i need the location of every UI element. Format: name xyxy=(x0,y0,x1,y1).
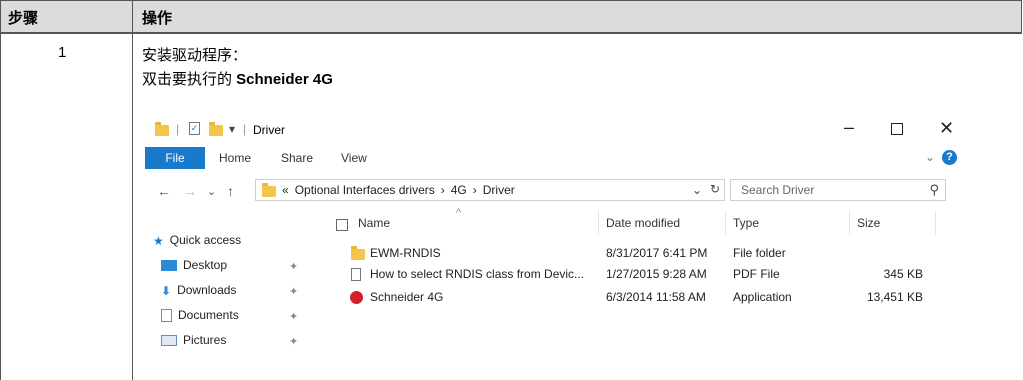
documents-icon xyxy=(161,309,172,323)
step-number: 1 xyxy=(58,44,67,61)
back-icon[interactable]: ← xyxy=(157,183,171,199)
search-icon[interactable]: ⚲ xyxy=(929,182,939,198)
column-divider[interactable] xyxy=(849,211,850,235)
header-action: 操作 xyxy=(142,10,173,27)
column-divider xyxy=(132,0,133,380)
tab-file[interactable]: File xyxy=(145,147,205,169)
close-icon[interactable]: ✕ xyxy=(939,118,954,139)
file-name: EWM-RNDIS xyxy=(370,246,441,260)
new-folder-icon[interactable] xyxy=(209,122,223,139)
nav-label: Documents xyxy=(178,308,239,322)
column-divider[interactable] xyxy=(725,211,726,235)
breadcrumb-item[interactable]: Driver xyxy=(483,183,515,197)
column-header-name[interactable]: Name xyxy=(358,216,390,230)
folder-icon xyxy=(155,122,169,139)
header-bottom-line xyxy=(0,33,1022,34)
breadcrumb-item[interactable]: 4G xyxy=(451,183,467,197)
breadcrumb-item[interactable]: Optional Interfaces drivers xyxy=(295,183,435,197)
address-dropdown-icon[interactable]: ⌄ xyxy=(692,183,702,197)
pin-icon[interactable]: ✦ xyxy=(289,310,298,323)
breadcrumb-overflow[interactable]: « xyxy=(282,183,289,197)
column-divider[interactable] xyxy=(598,211,599,235)
file-date: 1/27/2015 9:28 AM xyxy=(606,267,707,281)
file-row[interactable]: EWM-RNDIS 8/31/2017 6:41 PM File folder xyxy=(143,243,969,265)
column-header-date[interactable]: Date modified xyxy=(606,216,680,230)
table-header: 步骤 操作 xyxy=(0,0,1022,33)
file-type: PDF File xyxy=(733,267,780,281)
file-type: File folder xyxy=(733,246,786,260)
file-name: Schneider 4G xyxy=(370,290,444,304)
maximize-icon[interactable] xyxy=(891,123,903,135)
nav-item-pictures[interactable]: Pictures xyxy=(161,333,226,353)
procedure-table: 步骤 操作 1 安装驱动程序： 双击要执行的 Schneider 4G | ✓ … xyxy=(0,0,1023,380)
folder-icon xyxy=(262,183,276,197)
sort-ascending-icon: ^ xyxy=(456,207,462,219)
file-date: 8/31/2017 6:41 PM xyxy=(606,246,708,260)
file-size: 345 KB xyxy=(883,267,923,281)
column-header-type[interactable]: Type xyxy=(733,216,759,230)
expand-ribbon-icon[interactable]: ⌄ xyxy=(925,150,935,164)
quick-access-dropdown-icon[interactable]: ▾ xyxy=(229,122,235,136)
toolbar-separator: | xyxy=(176,122,180,136)
nav-label: Pictures xyxy=(183,333,227,347)
breadcrumb-separator[interactable]: › xyxy=(441,183,445,197)
tab-share[interactable]: Share xyxy=(281,151,313,165)
table-border-right xyxy=(1021,0,1022,34)
pdf-file-icon xyxy=(351,267,361,282)
forward-icon[interactable]: → xyxy=(183,183,197,199)
file-type: Application xyxy=(733,290,792,304)
tab-home[interactable]: Home xyxy=(219,151,251,165)
application-icon xyxy=(350,290,363,305)
step-instruction-detail: 双击要执行的 Schneider 4G xyxy=(142,68,333,89)
recent-locations-icon[interactable]: ⌄ xyxy=(207,185,216,198)
column-divider[interactable] xyxy=(935,211,936,235)
step-instruction-title: 安装驱动程序： xyxy=(142,47,248,64)
address-bar[interactable]: « Optional Interfaces drivers › 4G › Driver ⌄… xyxy=(255,179,725,201)
breadcrumb: « Optional Interfaces drivers › 4G › Driver xyxy=(282,183,521,197)
instruction-target: Schneider 4G xyxy=(236,71,333,88)
up-icon[interactable]: ↑ xyxy=(227,183,234,199)
file-name: How to select RNDIS class from Devic... xyxy=(370,267,585,281)
search-placeholder: Search Driver xyxy=(741,183,815,197)
nav-item-documents[interactable]: Documents xyxy=(161,308,239,328)
address-row: ← → ⌄ ↑ « Optional Interfaces drivers › 4G ›… xyxy=(143,177,969,205)
folder-icon xyxy=(351,246,365,263)
file-row[interactable]: Schneider 4G 6/3/2014 11:58 AM Applicati… xyxy=(143,287,969,309)
file-date: 6/3/2014 11:58 AM xyxy=(606,290,706,304)
breadcrumb-separator[interactable]: › xyxy=(473,183,477,197)
refresh-icon[interactable]: ↻ xyxy=(710,182,720,196)
minimize-icon[interactable]: – xyxy=(844,117,854,138)
ribbon: File Home Share View ⌄ ? xyxy=(143,147,969,171)
table-border-left xyxy=(0,0,1,380)
properties-icon[interactable]: ✓ xyxy=(189,122,200,135)
window-title: Driver xyxy=(253,123,285,137)
search-input[interactable]: Search Driver ⚲ xyxy=(730,179,946,201)
file-row[interactable]: How to select RNDIS class from Devic... … xyxy=(143,264,969,286)
pin-icon[interactable]: ✦ xyxy=(289,335,298,348)
instruction-prefix: 双击要执行的 xyxy=(142,71,237,88)
select-all-checkbox[interactable] xyxy=(336,219,348,231)
file-size: 13,451 KB xyxy=(866,290,923,304)
tab-view[interactable]: View xyxy=(341,151,367,165)
help-icon[interactable]: ? xyxy=(942,150,957,165)
explorer-screenshot: | ✓ ▾ | Driver – ✕ File Home Share View … xyxy=(143,113,969,358)
header-step: 步骤 xyxy=(8,10,39,27)
title-separator: | xyxy=(243,122,247,136)
explorer-titlebar: | ✓ ▾ | Driver – ✕ xyxy=(143,113,969,147)
pictures-icon xyxy=(161,335,177,347)
column-header-size[interactable]: Size xyxy=(857,216,880,230)
